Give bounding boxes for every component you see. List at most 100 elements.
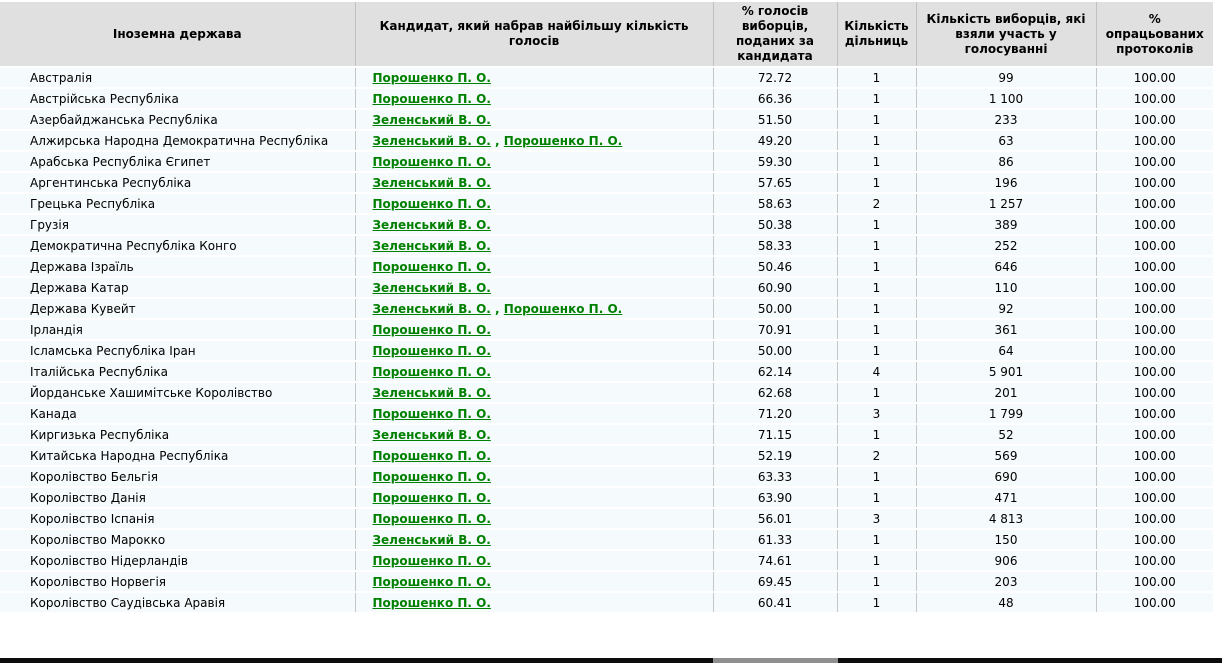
candidate-link[interactable]: Порошенко П. О. bbox=[373, 407, 491, 421]
stations-count-cell: 1 bbox=[837, 214, 916, 235]
table-row: Йорданське Хашимітське Королівство Зеленс… bbox=[0, 382, 1213, 403]
vote-percent-cell: 63.33 bbox=[713, 466, 837, 487]
protocols-percent-cell: 100.00 bbox=[1096, 235, 1213, 256]
stations-count-cell: 1 bbox=[837, 319, 916, 340]
voters-count-cell: 252 bbox=[916, 235, 1096, 256]
protocols-percent-cell: 100.00 bbox=[1096, 151, 1213, 172]
protocols-percent-cell: 100.00 bbox=[1096, 571, 1213, 592]
candidate-link[interactable]: Порошенко П. О. bbox=[373, 470, 491, 484]
country-cell: Канада bbox=[0, 403, 355, 424]
table-body: АвстраліяПорошенко П. О.72.72199100.00Ав… bbox=[0, 67, 1213, 613]
vote-percent-cell: 57.65 bbox=[713, 172, 837, 193]
voters-count-cell: 99 bbox=[916, 67, 1096, 88]
voters-count-cell: 86 bbox=[916, 151, 1096, 172]
voters-count-cell: 92 bbox=[916, 298, 1096, 319]
candidate-cell: Порошенко П. О. bbox=[355, 193, 713, 214]
candidate-link[interactable]: Порошенко П. О. bbox=[373, 323, 491, 337]
protocols-percent-cell: 100.00 bbox=[1096, 172, 1213, 193]
candidate-link[interactable]: Зеленський В. О. bbox=[373, 533, 491, 547]
candidate-cell: Порошенко П. О. bbox=[355, 319, 713, 340]
candidate-link[interactable]: Зеленський В. О. bbox=[373, 386, 491, 400]
table-row: Китайська Народна РеспублікаПорошенко П.… bbox=[0, 445, 1213, 466]
table-row: КанадаПорошенко П. О.71.2031 799100.00 bbox=[0, 403, 1213, 424]
candidate-link[interactable]: Зеленський В. О. bbox=[373, 302, 491, 316]
country-cell: Аргентинська Республіка bbox=[0, 172, 355, 193]
candidate-link[interactable]: Зеленський В. О. bbox=[373, 134, 491, 148]
vote-percent-cell: 49.20 bbox=[713, 130, 837, 151]
protocols-percent-cell: 100.00 bbox=[1096, 382, 1213, 403]
stations-count-cell: 2 bbox=[837, 193, 916, 214]
candidate-link[interactable]: Порошенко П. О. bbox=[373, 71, 491, 85]
candidate-cell: Зеленський В. О. bbox=[355, 172, 713, 193]
country-cell: Ірландія bbox=[0, 319, 355, 340]
vote-percent-cell: 60.41 bbox=[713, 592, 837, 613]
vote-percent-cell: 52.19 bbox=[713, 445, 837, 466]
candidate-link[interactable]: Порошенко П. О. bbox=[373, 449, 491, 463]
country-cell: Йорданське Хашимітське Королівство bbox=[0, 382, 355, 403]
candidate-link[interactable]: Порошенко П. О. bbox=[373, 575, 491, 589]
candidate-link[interactable]: Порошенко П. О. bbox=[373, 344, 491, 358]
candidate-link[interactable]: Зеленський В. О. bbox=[373, 281, 491, 295]
country-cell: Королівство Іспанія bbox=[0, 508, 355, 529]
country-cell: Королівство Нідерландів bbox=[0, 550, 355, 571]
candidate-cell: Зеленський В. О. bbox=[355, 109, 713, 130]
col-header-country: Іноземна держава bbox=[0, 2, 355, 67]
table-row: Ісламська Республіка ІранПорошенко П. О.… bbox=[0, 340, 1213, 361]
candidate-link[interactable]: Зеленський В. О. bbox=[373, 218, 491, 232]
country-cell: Держава Ізраїль bbox=[0, 256, 355, 277]
voters-count-cell: 4 813 bbox=[916, 508, 1096, 529]
candidate-link[interactable]: Порошенко П. О. bbox=[373, 155, 491, 169]
vote-percent-cell: 50.00 bbox=[713, 298, 837, 319]
candidate-link[interactable]: Порошенко П. О. bbox=[373, 512, 491, 526]
protocols-percent-cell: 100.00 bbox=[1096, 592, 1213, 613]
candidate-link[interactable]: Порошенко П. О. bbox=[373, 596, 491, 610]
protocols-percent-cell: 100.00 bbox=[1096, 487, 1213, 508]
voters-count-cell: 361 bbox=[916, 319, 1096, 340]
voters-count-cell: 1 799 bbox=[916, 403, 1096, 424]
candidate-link[interactable]: Порошенко П. О. bbox=[504, 134, 622, 148]
col-header-vote-percent: % голосів виборців, поданих за кандидата bbox=[713, 2, 837, 67]
col-header-protocols: % опрацьованих протоколів bbox=[1096, 2, 1213, 67]
country-cell: Арабська Республіка Єгипет bbox=[0, 151, 355, 172]
stations-count-cell: 1 bbox=[837, 592, 916, 613]
stations-count-cell: 1 bbox=[837, 340, 916, 361]
candidate-cell: Зеленський В. О. , Порошенко П. О. bbox=[355, 298, 713, 319]
vote-percent-cell: 66.36 bbox=[713, 88, 837, 109]
protocols-percent-cell: 100.00 bbox=[1096, 67, 1213, 88]
candidate-link[interactable]: Зеленський В. О. bbox=[373, 239, 491, 253]
table-row: Азербайджанська РеспублікаЗеленський В. … bbox=[0, 109, 1213, 130]
candidate-cell: Порошенко П. О. bbox=[355, 550, 713, 571]
candidate-link[interactable]: Порошенко П. О. bbox=[373, 92, 491, 106]
vote-percent-cell: 50.46 bbox=[713, 256, 837, 277]
candidate-link[interactable]: Порошенко П. О. bbox=[373, 197, 491, 211]
stations-count-cell: 3 bbox=[837, 508, 916, 529]
table-row: Держава ІзраїльПорошенко П. О.50.4616461… bbox=[0, 256, 1213, 277]
table-row: Арабська Республіка Єгипет Порошенко П. О… bbox=[0, 151, 1213, 172]
voters-count-cell: 48 bbox=[916, 592, 1096, 613]
table-row: ІрландіяПорошенко П. О.70.911361100.00 bbox=[0, 319, 1213, 340]
table-row: Австрійська РеспублікаПорошенко П. О.66.… bbox=[0, 88, 1213, 109]
candidate-link[interactable]: Порошенко П. О. bbox=[373, 260, 491, 274]
stations-count-cell: 1 bbox=[837, 277, 916, 298]
voters-count-cell: 1 257 bbox=[916, 193, 1096, 214]
candidate-link[interactable]: Порошенко П. О. bbox=[373, 365, 491, 379]
candidate-link[interactable]: Зеленський В. О. bbox=[373, 428, 491, 442]
stations-count-cell: 1 bbox=[837, 382, 916, 403]
candidate-cell: Порошенко П. О. bbox=[355, 256, 713, 277]
voters-count-cell: 1 100 bbox=[916, 88, 1096, 109]
candidate-link[interactable]: Порошенко П. О. bbox=[504, 302, 622, 316]
candidate-cell: Порошенко П. О. bbox=[355, 487, 713, 508]
protocols-percent-cell: 100.00 bbox=[1096, 466, 1213, 487]
stations-count-cell: 1 bbox=[837, 109, 916, 130]
candidate-cell: Зеленський В. О. bbox=[355, 235, 713, 256]
vote-percent-cell: 74.61 bbox=[713, 550, 837, 571]
country-cell: Королівство Саудівська Аравія bbox=[0, 592, 355, 613]
vote-percent-cell: 56.01 bbox=[713, 508, 837, 529]
candidate-link[interactable]: Порошенко П. О. bbox=[373, 554, 491, 568]
voters-count-cell: 690 bbox=[916, 466, 1096, 487]
candidate-link[interactable]: Зеленський В. О. bbox=[373, 113, 491, 127]
results-table: Іноземна держава Кандидат, який набрав н… bbox=[0, 2, 1213, 614]
voters-count-cell: 203 bbox=[916, 571, 1096, 592]
candidate-link[interactable]: Порошенко П. О. bbox=[373, 491, 491, 505]
candidate-link[interactable]: Зеленський В. О. bbox=[373, 176, 491, 190]
